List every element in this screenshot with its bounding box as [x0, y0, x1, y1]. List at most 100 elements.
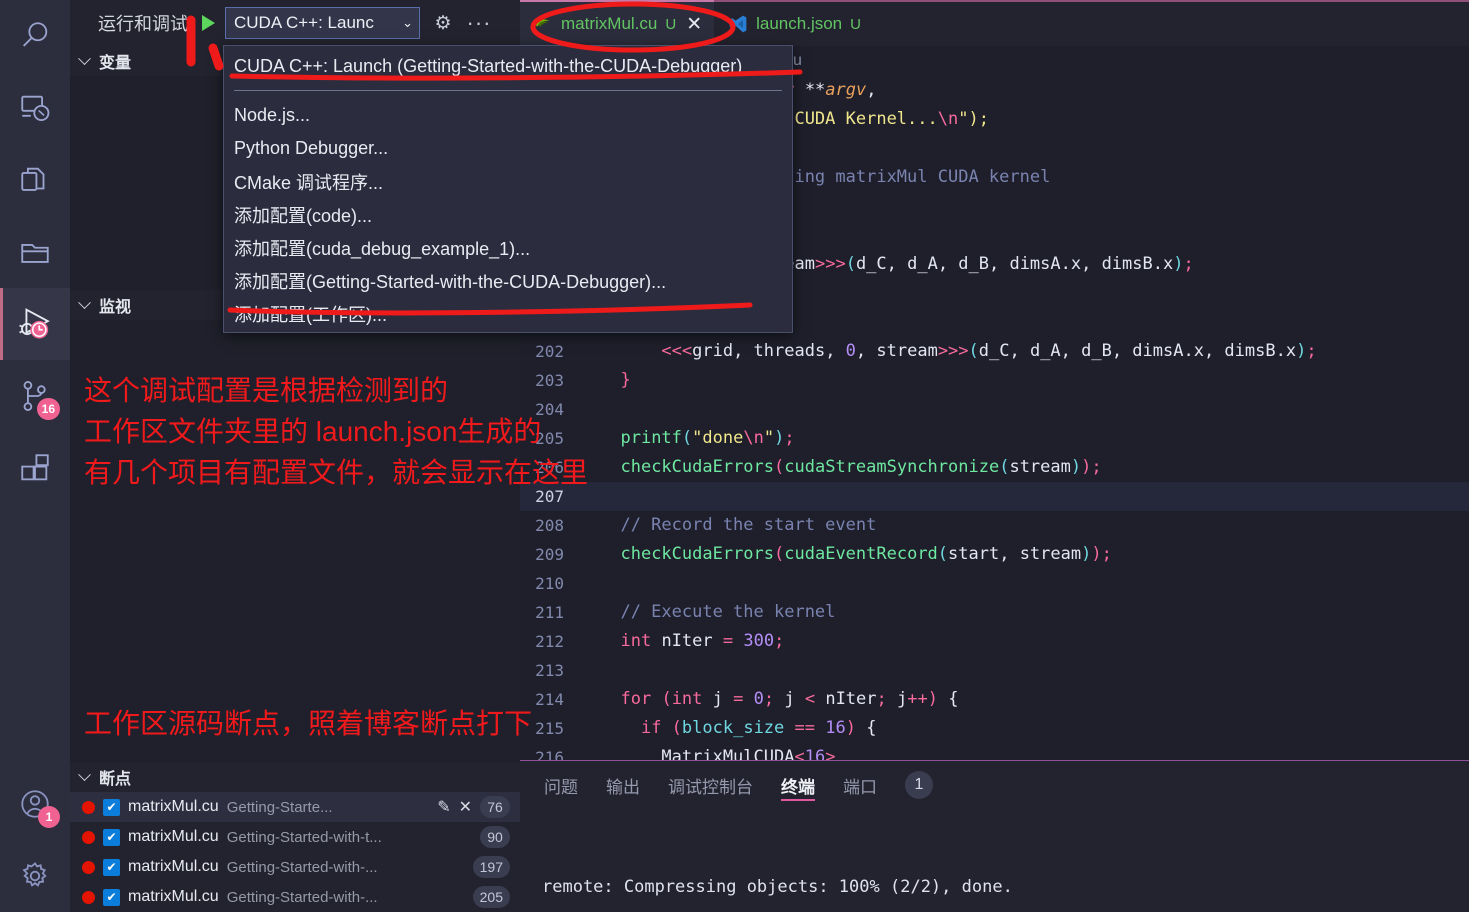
menu-item-cmake-debugger[interactable]: CMake 调试程序...: [224, 165, 792, 198]
breakpoint-checkbox[interactable]: ✔: [103, 828, 120, 846]
menu-item-python-debugger[interactable]: Python Debugger...: [224, 132, 792, 165]
code-line: 204: [520, 395, 1469, 424]
code-text: int nIter = 300;: [620, 631, 785, 651]
line-number: 208: [535, 516, 564, 535]
activity-item-accounts[interactable]: 1: [0, 768, 70, 840]
code-text: // Record the start event: [600, 515, 877, 535]
tab-problems[interactable]: 问题: [544, 761, 578, 809]
code-line: 202 <<<grid, threads, 0, stream>>>(d_C, …: [520, 337, 1469, 366]
remote-explorer-icon: [21, 95, 50, 121]
chevron-down-icon: [78, 51, 91, 65]
breakpoint-path: Getting-Started-with-...: [226, 888, 378, 906]
debug-configuration-dropdown[interactable]: CUDA C++: Launc ⌄: [225, 7, 420, 39]
line-number: 210: [535, 574, 564, 593]
table-row[interactable]: ✔ matrixMul.cu Getting-Started-with-... …: [70, 852, 520, 882]
line-number: 205: [535, 429, 564, 448]
chevron-down-icon: [78, 767, 91, 781]
line-number: 209: [535, 545, 564, 564]
tab-label: launch.json: [756, 14, 843, 33]
activity-item-settings[interactable]: [0, 840, 70, 912]
code-text: if (block_size == 16) {: [640, 718, 877, 738]
code-line: 207: [520, 482, 1469, 511]
code-text: checkCudaErrors(cudaEventRecord(start, s…: [620, 544, 1112, 564]
code-line: 212 int nIter = 300;: [520, 627, 1469, 656]
code-text: printf("done\n");: [620, 428, 795, 448]
menu-item-add-config-workspace[interactable]: 添加配置(工作区)...: [224, 297, 792, 330]
line-number: 202: [535, 342, 564, 361]
section-label-breakpoints: 断点: [99, 771, 132, 788]
code-text: checkCudaErrors(cudaStreamSynchronize(st…: [620, 457, 1102, 477]
breakpoint-checkbox[interactable]: ✔: [103, 858, 120, 876]
menu-item-add-config-cuda-debug-example[interactable]: 添加配置(cuda_debug_example_1)...: [224, 231, 792, 264]
line-number: 214: [535, 690, 564, 709]
activity-item-extensions[interactable]: [0, 432, 70, 504]
chevron-down-icon: ⌄: [402, 15, 413, 30]
breakpoint-dot-icon: [82, 800, 95, 814]
menu-separator: [234, 90, 782, 91]
tab-output[interactable]: 输出: [606, 761, 640, 809]
code-line: 213: [520, 656, 1469, 685]
tab-launch-json[interactable]: launch.json U: [714, 2, 873, 46]
tab-label: matrixMul.cu: [561, 14, 658, 33]
breakpoint-line-number: 90: [480, 826, 510, 848]
table-row[interactable]: ✔ matrixMul.cu Getting-Started-with-t...…: [70, 822, 520, 852]
code-line: 215 if (block_size == 16) {: [520, 714, 1469, 743]
activity-item-search[interactable]: [0, 0, 70, 72]
run-debug-toolbar: 运行和调试 CUDA C++: Launc ⌄ ⚙ ···: [70, 0, 520, 46]
bottom-panel: 问题 输出 调试控制台 终端 端口 1 remote: Compressing …: [520, 760, 1469, 912]
activity-item-source-control-copy[interactable]: [0, 144, 70, 216]
panel-tab-bar: 问题 输出 调试控制台 终端 端口 1: [520, 761, 1469, 809]
activity-item-run-and-debug[interactable]: [0, 288, 70, 360]
tab-ports[interactable]: 端口: [843, 761, 877, 809]
vscode-json-icon: [729, 15, 747, 33]
breakpoint-checkbox[interactable]: ✔: [103, 888, 120, 906]
code-text: for (int j = 0; j < nIter; j++) {: [620, 689, 959, 709]
activity-item-remote-explorer[interactable]: [0, 72, 70, 144]
tab-terminal[interactable]: 终端: [781, 761, 815, 809]
open-launch-json-gear-icon[interactable]: ⚙: [430, 10, 456, 36]
edit-pencil-icon[interactable]: ✎: [437, 797, 450, 817]
terminal-output[interactable]: remote: Compressing objects: 100% (2/2),…: [520, 809, 1469, 912]
section-header-breakpoints[interactable]: 断点: [70, 762, 520, 792]
breakpoint-line-number: 76: [480, 796, 510, 818]
activity-item-source-control[interactable]: 16: [0, 360, 70, 432]
close-icon[interactable]: ✕: [686, 13, 702, 36]
start-debugging-play-icon[interactable]: [202, 15, 215, 31]
tab-dirty-indicator: U: [850, 15, 861, 33]
menu-item-add-config-getting-started[interactable]: 添加配置(Getting-Started-with-the-CUDA-Debug…: [224, 264, 792, 297]
table-row[interactable]: ✔ matrixMul.cu Getting-Starte... ✎ ✕ 76: [70, 792, 520, 822]
breakpoint-dot-icon: [82, 890, 95, 904]
section-label-variables: 变量: [99, 55, 132, 72]
code-line: 208 // Record the start event: [520, 511, 1469, 540]
breakpoint-path: Getting-Started-with-...: [226, 858, 378, 876]
code-line: 205 printf("done\n");: [520, 424, 1469, 453]
chevron-down-icon: [78, 295, 91, 309]
breakpoint-file: matrixMul.cu: [128, 858, 219, 875]
line-number: 206: [535, 458, 564, 477]
line-number: 215: [535, 719, 564, 738]
settings-gear-icon: [22, 862, 47, 887]
menu-item-add-config-code[interactable]: 添加配置(code)...: [224, 198, 792, 231]
table-row[interactable]: ✔ matrixMul.cu Getting-Started-with-... …: [70, 882, 520, 912]
code-line: 216 MatrixMulCUDA<16>: [520, 743, 1469, 760]
more-actions-icon[interactable]: ···: [466, 10, 492, 36]
menu-item-cuda-launch[interactable]: CUDA C++: Launch (Getting-Started-with-t…: [224, 50, 792, 83]
tab-debug-console[interactable]: 调试控制台: [668, 761, 753, 809]
copy-files-icon: [21, 167, 45, 191]
code-line: 203 }: [520, 366, 1469, 395]
debug-configuration-value: CUDA C++: Launc: [234, 13, 374, 32]
search-icon: [23, 22, 48, 47]
line-number: 216: [535, 748, 564, 760]
activity-item-explorer[interactable]: [0, 216, 70, 288]
remove-breakpoint-close-icon[interactable]: ✕: [459, 797, 472, 817]
breakpoint-path: Getting-Starte...: [226, 798, 333, 816]
breakpoint-file: matrixMul.cu: [128, 798, 219, 815]
tab-matrixmul-cu[interactable]: matrixMul.cu U ✕: [520, 0, 715, 46]
breakpoint-path: Getting-Started-with-t...: [226, 828, 382, 846]
line-number: 207: [535, 487, 564, 506]
breakpoint-checkbox[interactable]: ✔: [103, 798, 120, 816]
menu-item-nodejs[interactable]: Node.js...: [224, 99, 792, 132]
code-text: // Execute the kernel: [600, 602, 836, 622]
debug-configuration-menu[interactable]: CUDA C++: Launch (Getting-Started-with-t…: [223, 45, 793, 333]
breakpoint-dot-icon: [82, 860, 95, 874]
